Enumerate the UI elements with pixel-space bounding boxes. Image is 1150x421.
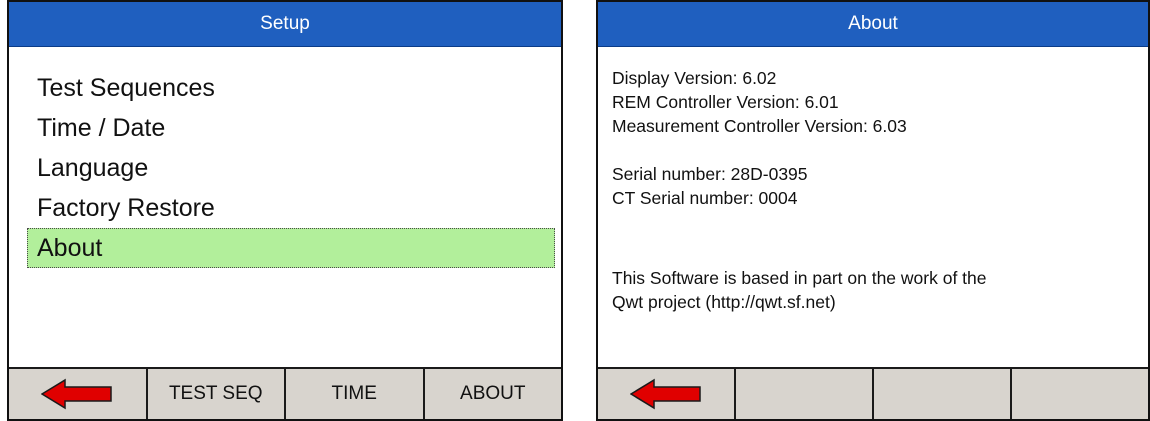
- softkey-2-empty[interactable]: [736, 369, 874, 419]
- menu-item-about[interactable]: About: [27, 228, 555, 268]
- menu-item-language[interactable]: Language: [27, 148, 557, 188]
- softkey-4-empty[interactable]: [1012, 369, 1148, 419]
- setup-softkey-bar: TEST SEQ TIME ABOUT: [9, 367, 561, 419]
- serial-number-text: Serial number: 28D-0395: [612, 164, 808, 184]
- rem-controller-version-text: REM Controller Version: 6.01: [612, 92, 839, 112]
- back-arrow-icon: [630, 378, 701, 410]
- about-screen: About Display Version: 6.02 REM Controll…: [596, 0, 1150, 421]
- setup-screen: Setup Test Sequences Time / Date Languag…: [7, 0, 563, 421]
- setup-title: Setup: [9, 2, 561, 47]
- back-arrow-icon: [41, 378, 112, 410]
- menu-item-test-sequences[interactable]: Test Sequences: [27, 68, 557, 108]
- about-softkey-bar: [598, 367, 1148, 419]
- menu-item-factory-restore[interactable]: Factory Restore: [27, 188, 557, 228]
- about-button[interactable]: ABOUT: [425, 369, 562, 419]
- about-back-button[interactable]: [598, 369, 736, 419]
- menu-item-time-date[interactable]: Time / Date: [27, 108, 557, 148]
- setup-menu: Test Sequences Time / Date Language Fact…: [27, 68, 557, 268]
- credits-text-line-1: This Software is based in part on the wo…: [612, 268, 987, 288]
- credits-text-line-2: Qwt project (http://qwt.sf.net): [612, 292, 836, 312]
- softkey-3-empty[interactable]: [874, 369, 1012, 419]
- display-version-text: Display Version: 6.02: [612, 68, 777, 88]
- about-title: About: [598, 2, 1148, 47]
- test-seq-button[interactable]: TEST SEQ: [148, 369, 286, 419]
- measurement-controller-version-text: Measurement Controller Version: 6.03: [612, 116, 907, 136]
- ct-serial-number-text: CT Serial number: 0004: [612, 188, 798, 208]
- about-info: Display Version: 6.02 REM Controller Ver…: [612, 66, 1142, 314]
- back-button[interactable]: [9, 369, 148, 419]
- time-button[interactable]: TIME: [286, 369, 425, 419]
